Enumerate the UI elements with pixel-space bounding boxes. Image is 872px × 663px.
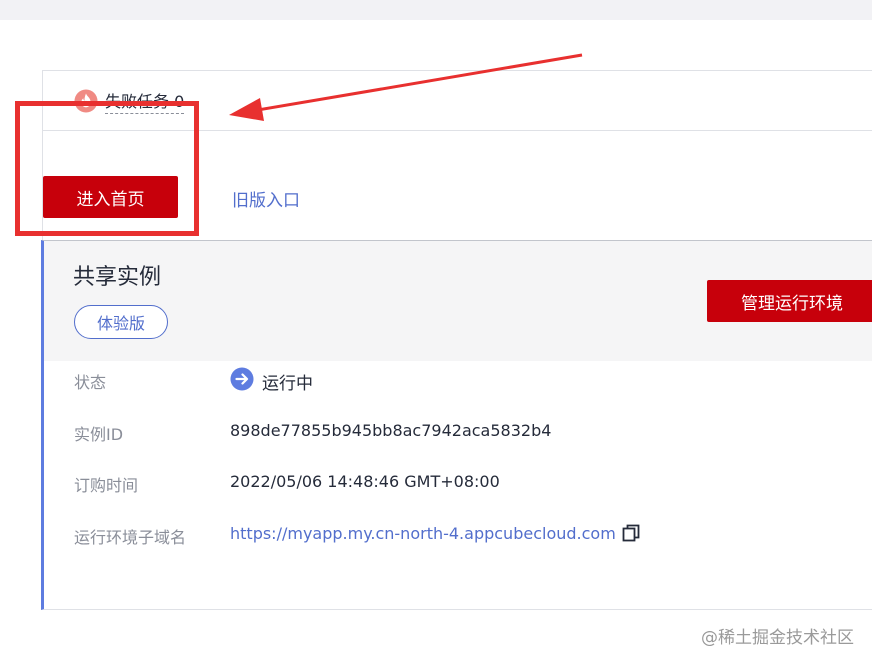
order-time-row: 订购时间 2022/05/06 14:48:46 GMT+08:00: [44, 468, 872, 498]
subdomain-label: 运行环境子域名: [74, 528, 187, 547]
order-time-label: 订购时间: [74, 476, 139, 495]
watermark: @稀土掘金技术社区: [701, 628, 854, 648]
instance-header: 共享实例 体验版 管理运行环境: [44, 241, 872, 361]
instance-id-value: 898de77855b945bb8ac7942aca5832b4: [230, 421, 552, 440]
failed-tasks-link[interactable]: 失败任务 0: [105, 92, 185, 114]
failed-tasks-row: 失败任务 0: [43, 71, 872, 131]
copy-icon[interactable]: [621, 523, 641, 543]
status-row: 状态 运行中: [44, 365, 872, 395]
order-time-value: 2022/05/06 14:48:46 GMT+08:00: [230, 472, 500, 491]
subdomain-link[interactable]: https://myapp.my.cn-north-4.appcubecloud…: [230, 524, 616, 543]
trial-badge: 体验版: [74, 305, 168, 339]
status-label: 状态: [74, 373, 107, 392]
subdomain-row: 运行环境子域名 https://myapp.my.cn-north-4.appc…: [44, 520, 872, 550]
shared-instance-card: 共享实例 体验版 管理运行环境 状态 运行中 实例ID 898de77855b9…: [41, 240, 872, 610]
page-content: 失败任务 0 进入首页 旧版入口 共享实例 体验版 管理运行环境 状态 运行中 …: [0, 20, 872, 663]
instance-id-row: 实例ID 898de77855b945bb8ac7942aca5832b4: [44, 417, 872, 447]
arrow-right-circle-icon: [230, 367, 254, 391]
overview-card: 失败任务 0 进入首页 旧版入口: [42, 70, 872, 240]
instance-title: 共享实例: [73, 265, 162, 290]
manage-environment-button[interactable]: 管理运行环境: [707, 280, 872, 322]
status-value: 运行中: [262, 374, 313, 394]
enter-home-button[interactable]: 进入首页: [43, 176, 178, 218]
instance-id-label: 实例ID: [74, 425, 124, 444]
fire-icon: [74, 89, 98, 113]
old-version-link[interactable]: 旧版入口: [232, 186, 300, 211]
